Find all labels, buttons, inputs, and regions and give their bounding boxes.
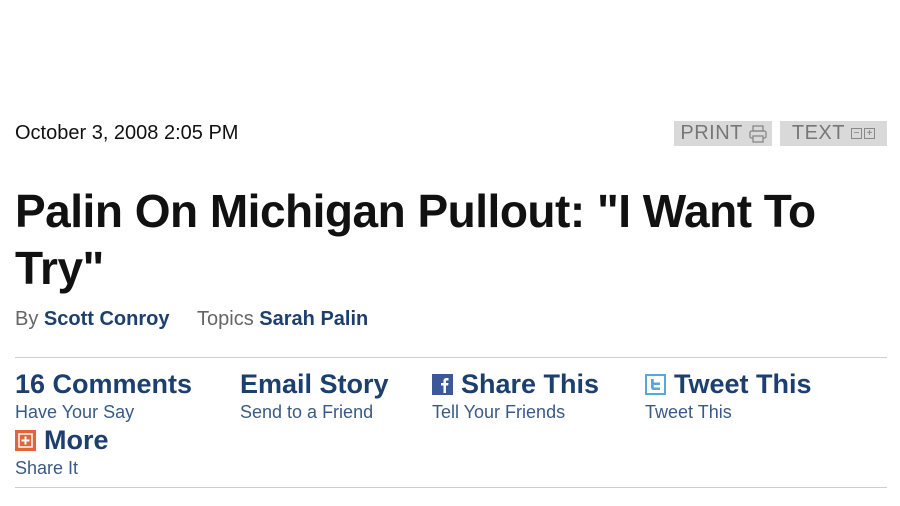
twitter-icon [645, 373, 666, 395]
divider-bottom [15, 487, 887, 488]
author-link[interactable]: Scott Conroy [44, 308, 170, 330]
comments-link[interactable]: 16 Comments [15, 368, 192, 400]
article-tools: PRINT TEXT − + [674, 121, 887, 146]
print-button[interactable]: PRINT [674, 121, 772, 146]
tweet-link[interactable]: Tweet This [645, 368, 812, 400]
email-story-action[interactable]: Email Story Send to a Friend [240, 368, 389, 423]
more-action[interactable]: More Share It [15, 424, 109, 479]
topics-label: Topics [197, 308, 254, 330]
share-sub[interactable]: Tell Your Friends [432, 402, 599, 423]
article-meta-bar: October 3, 2008 2:05 PM PRINT TEXT − + [15, 118, 887, 148]
more-link[interactable]: More [15, 424, 109, 456]
by-label: By [15, 308, 39, 330]
email-story-link[interactable]: Email Story [240, 368, 389, 400]
comments-sub[interactable]: Have Your Say [15, 402, 192, 423]
article-date: October 3, 2008 2:05 PM [15, 122, 239, 144]
text-smaller-icon[interactable]: − [851, 128, 862, 139]
text-size-icon: − + [851, 128, 875, 139]
divider-top [15, 357, 887, 358]
topic-link[interactable]: Sarah Palin [259, 308, 368, 330]
print-label: PRINT [680, 122, 743, 144]
share-action[interactable]: Share This Tell Your Friends [432, 368, 599, 423]
email-story-sub[interactable]: Send to a Friend [240, 402, 389, 423]
facebook-icon [432, 373, 453, 395]
plus-icon [15, 429, 36, 451]
article-headline: Palin On Michigan Pullout: "I Want To Tr… [15, 185, 816, 294]
share-link[interactable]: Share This [432, 368, 599, 400]
printer-icon [749, 124, 767, 143]
tweet-sub[interactable]: Tweet This [645, 402, 812, 423]
share-title: Share This [461, 369, 600, 399]
byline: By Scott Conroy Topics Sarah Palin [15, 308, 368, 331]
text-larger-icon[interactable]: + [864, 128, 875, 139]
comments-action[interactable]: 16 Comments Have Your Say [15, 368, 192, 423]
tweet-title: Tweet This [674, 369, 812, 399]
more-sub[interactable]: Share It [15, 458, 109, 479]
text-size-label: TEXT [791, 122, 845, 144]
text-size-button[interactable]: TEXT − + [779, 121, 887, 146]
more-title: More [44, 425, 109, 455]
tweet-action[interactable]: Tweet This Tweet This [645, 368, 812, 423]
